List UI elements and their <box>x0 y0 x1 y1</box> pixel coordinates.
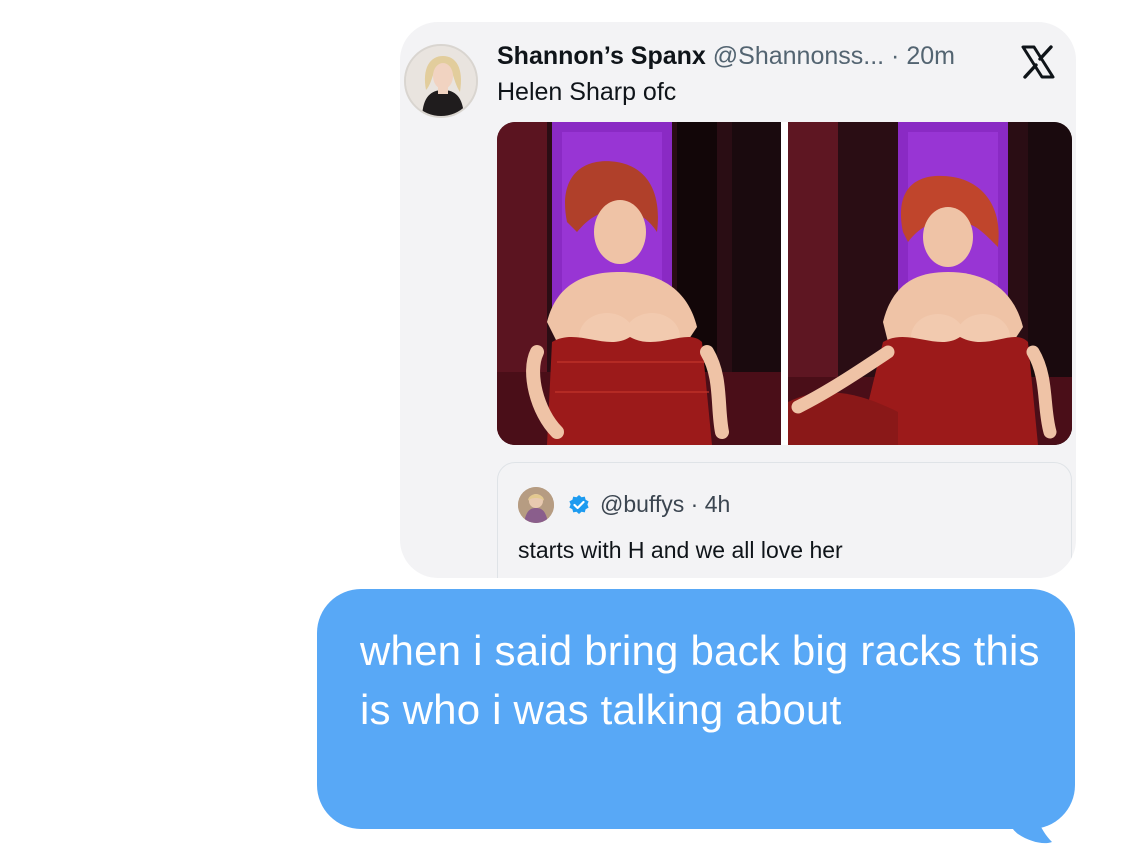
quote-handle[interactable]: @buffys <box>600 491 684 517</box>
message-bubble-tail <box>1000 790 1070 852</box>
tweet-time: 20m <box>906 42 955 70</box>
quote-time: 4h <box>704 491 731 517</box>
separator-dot: · <box>884 42 907 70</box>
media-photo-right[interactable] <box>788 122 1072 445</box>
tweet-header: Shannon’s Spanx @Shannonss... · 20m <box>497 40 955 72</box>
message-text: when i said bring back big racks this is… <box>360 627 1040 733</box>
sent-message-bubble[interactable]: when i said bring back big racks this is… <box>317 589 1075 829</box>
shared-tweet-card[interactable]: Shannon’s Spanx @Shannonss... · 20m Hele… <box>400 22 1076 578</box>
quote-header: @buffys · 4h <box>600 487 730 521</box>
author-handle[interactable]: @Shannonss... <box>713 42 884 70</box>
tweet-media-grid[interactable] <box>497 122 1072 445</box>
tweet-text: Helen Sharp ofc <box>497 78 677 106</box>
author-avatar[interactable] <box>404 44 478 118</box>
stage-performer-photo-icon <box>497 122 781 445</box>
quote-separator-dot: · <box>684 491 705 517</box>
quote-avatar-portrait-icon <box>518 487 554 523</box>
verified-badge-icon <box>568 494 590 516</box>
x-logo-icon <box>1020 44 1056 80</box>
media-photo-left[interactable] <box>497 122 781 445</box>
quoted-tweet-card[interactable]: @buffys · 4h starts with H and we all lo… <box>497 462 1072 578</box>
quote-avatar[interactable] <box>518 487 554 523</box>
stage-performer-photo-icon-2 <box>788 122 1072 445</box>
author-name[interactable]: Shannon’s Spanx <box>497 42 706 70</box>
quote-text: starts with H and we all love her <box>518 537 843 563</box>
avatar-portrait-icon <box>406 46 476 116</box>
